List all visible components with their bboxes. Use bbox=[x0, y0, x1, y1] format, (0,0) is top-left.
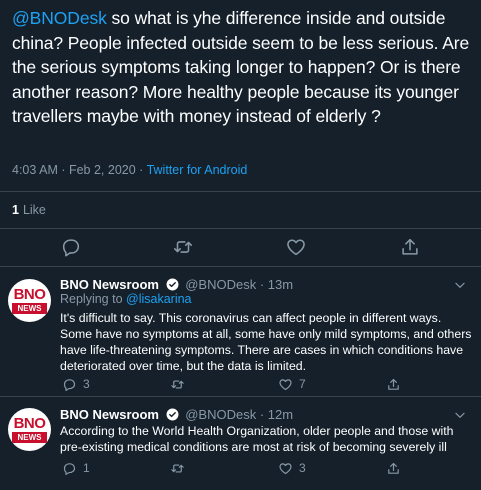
chevron-down-icon[interactable] bbox=[453, 278, 467, 292]
mention-link[interactable]: @BNODesk bbox=[12, 8, 107, 28]
author-handle[interactable]: @BNODesk · 13m bbox=[185, 277, 293, 292]
likes-count: 1 bbox=[12, 203, 19, 217]
like-button[interactable]: 3 bbox=[278, 460, 306, 476]
like-count: 3 bbox=[299, 461, 306, 475]
tweet-meta: 4:03 AM · Feb 2, 2020 · Twitter for Andr… bbox=[12, 163, 247, 177]
avatar[interactable]: BNO NEWS bbox=[8, 408, 51, 451]
tweet-action-bar bbox=[0, 236, 481, 260]
like-count: 7 bbox=[299, 377, 306, 391]
timestamp[interactable]: 4:03 AM · Feb 2, 2020 · bbox=[12, 163, 147, 177]
author-name[interactable]: BNO Newsroom bbox=[60, 277, 159, 292]
replying-prefix: Replying to bbox=[60, 292, 127, 306]
like-button[interactable]: 7 bbox=[278, 376, 306, 392]
reply-tweet[interactable]: BNO NEWS BNO Newsroom @BNODesk · 12m Acc… bbox=[0, 396, 481, 490]
retweet-icon bbox=[171, 379, 184, 389]
likes-stat[interactable]: 1 Like bbox=[12, 203, 46, 217]
replying-to-link[interactable]: @lisakarina bbox=[126, 292, 192, 306]
retweet-button[interactable] bbox=[170, 460, 185, 476]
author-name[interactable]: BNO Newsroom bbox=[60, 407, 159, 422]
reply-icon[interactable] bbox=[60, 236, 82, 258]
share-icon bbox=[388, 378, 399, 390]
share-button[interactable] bbox=[386, 376, 401, 392]
heart-icon[interactable] bbox=[285, 236, 307, 258]
avatar-logo-text: BNO bbox=[13, 415, 46, 432]
avatar-logo-text: BNO bbox=[13, 286, 46, 303]
reply-button[interactable]: 3 bbox=[62, 376, 90, 392]
avatar-logo-bar: NEWS bbox=[12, 432, 47, 443]
reply-count: 3 bbox=[83, 377, 90, 391]
divider bbox=[0, 191, 481, 192]
retweet-button[interactable] bbox=[170, 376, 185, 392]
avatar-logo-bar: NEWS bbox=[12, 303, 47, 314]
likes-label: Like bbox=[22, 203, 46, 217]
reply-action-bar: 3 7 bbox=[0, 376, 481, 392]
reply-icon bbox=[63, 378, 76, 391]
share-button[interactable] bbox=[386, 460, 401, 476]
reply-tweet[interactable]: BNO NEWS BNO Newsroom @BNODesk · 13m Rep… bbox=[0, 266, 481, 396]
share-icon[interactable] bbox=[399, 236, 421, 258]
heart-icon bbox=[279, 462, 292, 474]
verified-badge-icon bbox=[166, 278, 179, 291]
reply-header: BNO Newsroom @BNODesk · 12m bbox=[60, 407, 293, 422]
retweet-icon bbox=[171, 463, 184, 473]
reply-header: BNO Newsroom @BNODesk · 13m bbox=[60, 277, 293, 292]
retweet-icon[interactable] bbox=[172, 236, 194, 258]
chevron-down-icon[interactable] bbox=[453, 408, 467, 422]
share-icon bbox=[388, 462, 399, 474]
divider bbox=[0, 228, 481, 229]
reply-count: 1 bbox=[83, 461, 90, 475]
reply-button[interactable]: 1 bbox=[62, 460, 90, 476]
reply-icon bbox=[63, 462, 76, 475]
reply-action-bar: 1 3 bbox=[0, 460, 481, 476]
main-tweet-text: @BNODesk so what is yhe difference insid… bbox=[12, 6, 474, 129]
verified-badge-icon bbox=[166, 408, 179, 421]
tweet-thread: @BNODesk so what is yhe difference insid… bbox=[0, 0, 481, 490]
reply-text: According to the World Health Organizati… bbox=[60, 424, 454, 454]
author-handle[interactable]: @BNODesk · 12m bbox=[185, 407, 293, 422]
heart-icon bbox=[279, 378, 292, 390]
source-link[interactable]: Twitter for Android bbox=[147, 163, 248, 177]
avatar[interactable]: BNO NEWS bbox=[8, 279, 51, 322]
replying-to: Replying to @lisakarina bbox=[60, 292, 192, 306]
reply-text: It's difficult to say. This coronavirus … bbox=[60, 311, 472, 373]
